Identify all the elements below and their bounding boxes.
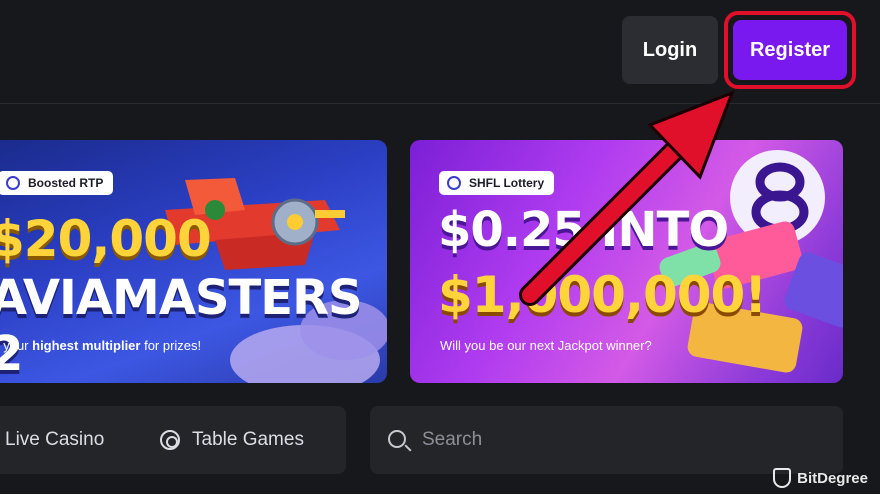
- search-icon: [388, 430, 406, 448]
- bitdegree-logo-icon: [773, 468, 792, 488]
- rocket-icon: [6, 176, 20, 190]
- banner-headline: $0.25 INTO: [438, 202, 729, 258]
- watermark-text: BitDegree: [797, 469, 868, 487]
- tag-label: Boosted RTP: [28, 176, 104, 190]
- login-button[interactable]: Login: [622, 16, 718, 84]
- category-live-casino[interactable]: Live Casino: [5, 406, 104, 474]
- category-label: Live Casino: [5, 429, 105, 450]
- promo-banner-lottery[interactable]: SHFL Lottery $0.25 INTO $1,000,000! Will…: [410, 140, 843, 383]
- boosted-rtp-tag: Boosted RTP: [0, 171, 114, 195]
- banner-subtitle: t your highest multiplier for prizes!: [0, 338, 201, 353]
- register-highlight-box: Register: [724, 11, 856, 89]
- banner-game-title: AVIAMASTERS 2: [0, 270, 363, 382]
- banner-subtitle: Will you be our next Jackpot winner?: [440, 338, 652, 353]
- bitdegree-watermark: BitDegree: [773, 468, 868, 488]
- subtitle-prefix: t your: [0, 338, 29, 353]
- banner-jackpot-amount: $1,000,000!: [438, 266, 767, 324]
- search-input[interactable]: [422, 426, 822, 454]
- subtitle-bold: highest multiplier: [32, 338, 141, 353]
- category-table-games[interactable]: Table Games: [160, 406, 304, 474]
- promo-banner-aviamasters[interactable]: Boosted RTP $20,000 AVIAMASTERS 2 t your…: [0, 140, 387, 383]
- lottery-icon: [447, 176, 461, 190]
- category-bar: Live Casino Table Games: [0, 406, 346, 474]
- app-screen: Login Register Boosted RTP $20,000 AVIAM…: [0, 0, 880, 494]
- search-box[interactable]: [370, 406, 843, 474]
- subtitle-suffix: for prizes!: [140, 338, 202, 353]
- banner-prize-amount: $20,000: [0, 210, 212, 268]
- casino-chip-icon: [160, 430, 180, 450]
- shfl-lottery-tag: SHFL Lottery: [439, 171, 555, 195]
- tag-label: SHFL Lottery: [469, 176, 545, 190]
- top-header: Login Register: [0, 0, 880, 104]
- category-label: Table Games: [192, 429, 304, 450]
- register-button[interactable]: Register: [733, 20, 847, 80]
